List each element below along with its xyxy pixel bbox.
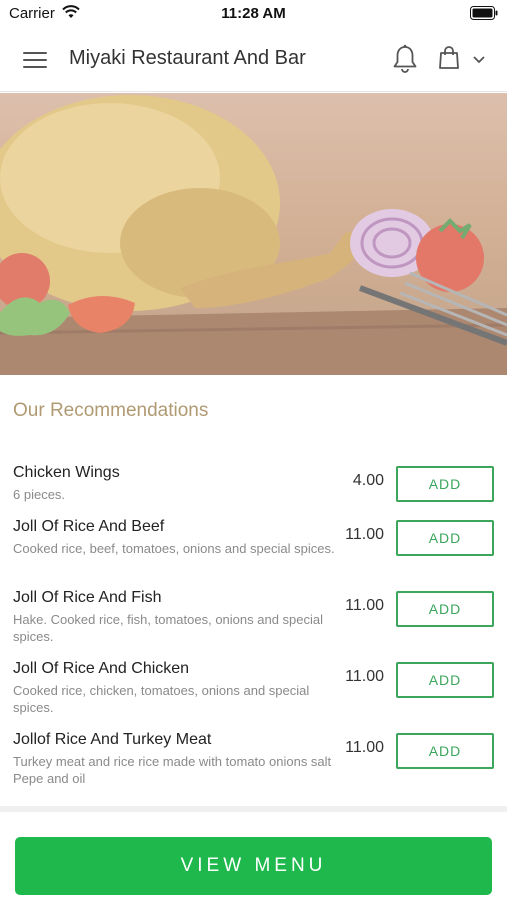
chevron-down-icon[interactable] — [472, 55, 486, 65]
status-bar: Carrier 11:28 AM — [0, 0, 507, 28]
item-name: Joll Of Rice And Chicken — [13, 660, 190, 677]
item-name: Jollof Rice And Turkey Meat — [13, 731, 212, 748]
item-price: 11.00 — [345, 597, 384, 614]
hero-image — [0, 93, 507, 375]
footer-bar: VIEW MENU — [0, 806, 507, 900]
add-button[interactable]: ADD — [396, 466, 494, 502]
item-description: Cooked rice, chicken, tomatoes, onions a… — [13, 683, 310, 715]
item-name: Chicken Wings — [13, 464, 120, 481]
item-price: 11.00 — [345, 739, 384, 756]
bell-icon[interactable] — [392, 44, 418, 74]
restaurant-title: Miyaki Restaurant And Bar — [69, 47, 306, 69]
menu-item: Joll Of Rice And Fish Hake. Cooked rice,… — [0, 589, 507, 659]
status-time: 11:28 AM — [221, 5, 286, 22]
view-menu-button[interactable]: VIEW MENU — [15, 837, 492, 895]
item-description: Cooked rice, beef, tomatoes, onions and … — [13, 541, 335, 556]
item-price: 11.00 — [345, 668, 384, 685]
menu-item: Joll Of Rice And Beef Cooked rice, beef,… — [0, 518, 507, 588]
app-header: Miyaki Restaurant And Bar — [0, 28, 507, 92]
item-name: Joll Of Rice And Beef — [13, 518, 165, 535]
add-button[interactable]: ADD — [396, 591, 494, 627]
item-description: 6 pieces. — [13, 487, 66, 502]
recommendations-title: Our Recommendations — [13, 400, 209, 421]
item-name: Joll Of Rice And Fish — [13, 589, 162, 606]
add-button[interactable]: ADD — [396, 733, 494, 769]
item-price: 4.00 — [352, 472, 384, 489]
hamburger-menu-icon[interactable] — [23, 50, 47, 70]
add-button[interactable]: ADD — [396, 520, 494, 556]
menu-item: Jollof Rice And Turkey Meat Turkey meat … — [0, 731, 507, 801]
item-description: Hake. Cooked rice, fish, tomatoes, onion… — [13, 612, 324, 644]
item-description: Turkey meat and rice rice made with toma… — [13, 754, 332, 786]
item-price: 11.00 — [345, 526, 384, 543]
shopping-bag-icon[interactable] — [438, 46, 460, 70]
battery-icon — [470, 6, 498, 20]
menu-item: Joll Of Rice And Chicken Cooked rice, ch… — [0, 660, 507, 730]
add-button[interactable]: ADD — [396, 662, 494, 698]
